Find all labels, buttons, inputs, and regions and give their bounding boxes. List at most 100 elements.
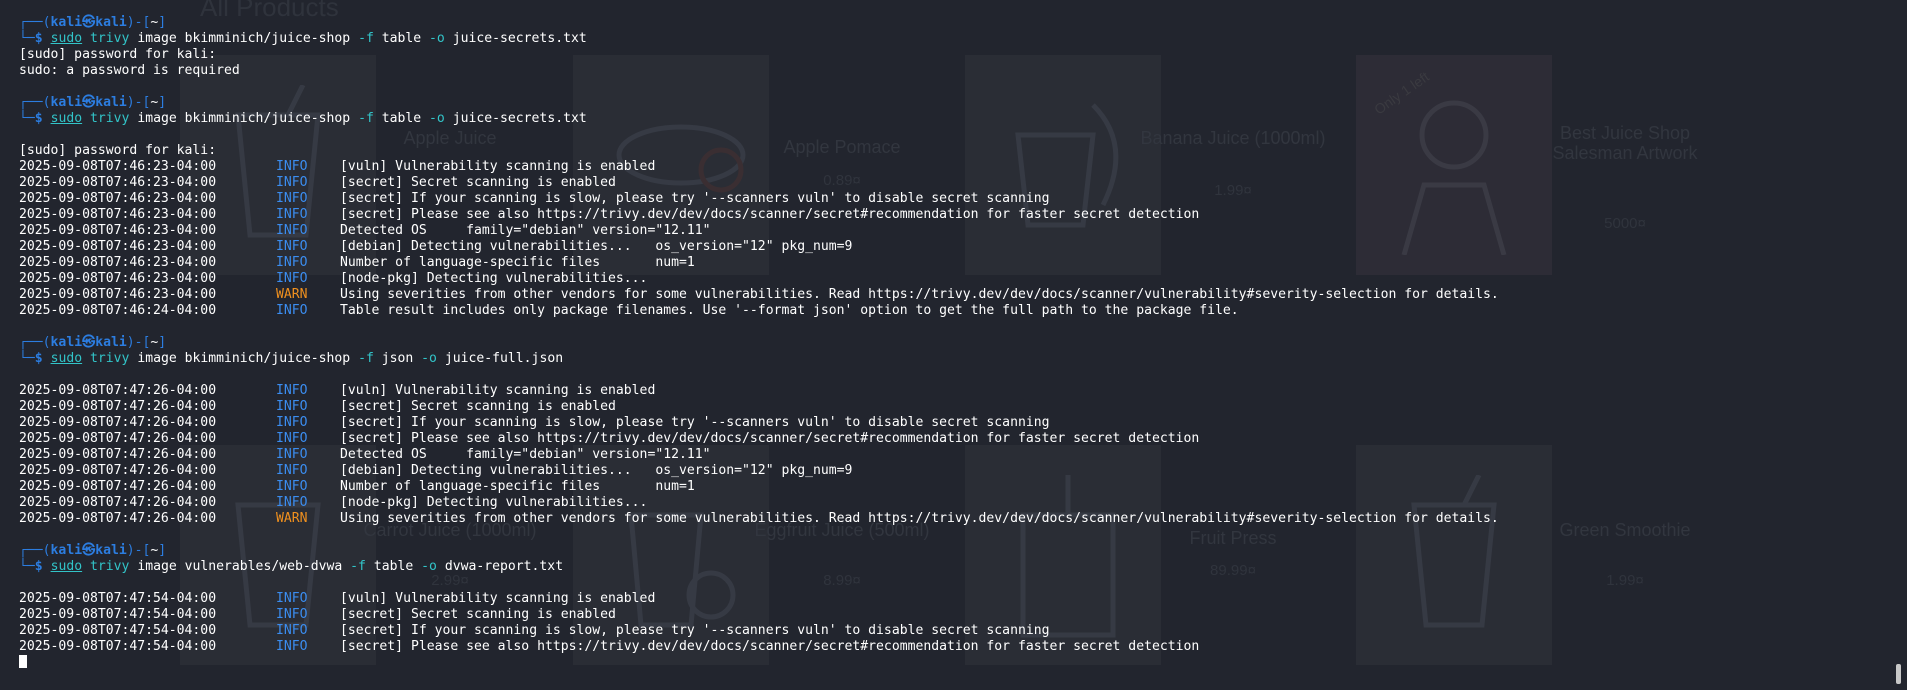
log-timestamp: 2025-09-08T07:46:23-04:00 [19,223,217,238]
prompt-line: ┌──(kali㉿kali)-[~] [19,15,167,30]
output-line: 2025-09-08T07:47:26-04:00 INFO [secret] Pl… [19,431,1499,447]
log-message: [node-pkg] Detecting vulnerabilities... [340,495,648,510]
log-timestamp: 2025-09-08T07:47:26-04:00 [19,511,217,526]
output-line: 2025-09-08T07:47:54-04:00 INFO [secret] Se… [19,607,1499,623]
output-line: 2025-09-08T07:47:26-04:00 INFO Detected OS… [19,447,1499,463]
log-message: [vuln] Vulnerability scanning is enabled [340,383,656,398]
command-line: └─$ sudo trivy image bkimminich/juice-sh… [19,351,564,366]
command-args: table [373,559,414,574]
log-timestamp: 2025-09-08T07:47:26-04:00 [19,399,217,414]
log-level: INFO [276,639,308,654]
command-sudo: sudo [50,111,83,126]
command-args: image bkimminich/juice-shop [137,111,351,126]
output-line: 2025-09-08T07:46:23-04:00 INFO Number of l… [19,255,1499,271]
prompt-user: kali [50,95,83,110]
output-line: 2025-09-08T07:46:23-04:00 INFO [debian] De… [19,239,1499,255]
log-level: INFO [276,623,308,638]
log-message: [debian] Detecting vulnerabilities... os… [340,463,853,478]
prompt-line: ┌──(kali㉿kali)-[~] [19,95,167,110]
output-line: 2025-09-08T07:47:26-04:00 INFO [node-pkg] … [19,495,1499,511]
log-level: INFO [276,255,308,270]
log-level: INFO [276,207,308,222]
log-level: INFO [276,463,308,478]
log-message: Detected OS family="debian" version="12.… [340,223,711,238]
log-timestamp: 2025-09-08T07:47:54-04:00 [19,591,217,606]
log-level: INFO [276,447,308,462]
output-line: 2025-09-08T07:47:26-04:00 WARN Using sever… [19,511,1499,527]
log-timestamp: 2025-09-08T07:46:24-04:00 [19,303,217,318]
command-args: dvwa-report.txt [444,559,564,574]
output-line: 2025-09-08T07:46:24-04:00 INFO Table resul… [19,303,1499,319]
prompt-user: kali [50,335,83,350]
log-message: [secret] Please see also https://trivy.d… [340,431,1200,446]
prompt-host: kali [95,543,127,558]
output-line: [sudo] password for kali: [19,143,1499,159]
command-flag: -o [429,111,445,126]
log-timestamp: 2025-09-08T07:47:26-04:00 [19,495,217,510]
log-level: INFO [276,175,308,190]
command-args: image bkimminich/juice-shop [137,31,351,46]
command-args: image bkimminich/juice-shop [137,351,351,366]
log-level: INFO [276,303,308,318]
log-message: [secret] If your scanning is slow, pleas… [340,191,1050,206]
command-args: table [381,111,422,126]
command-sudo: sudo [50,31,83,46]
command-args: table [381,31,422,46]
log-level: WARN [276,287,308,302]
output-line: 2025-09-08T07:46:23-04:00 INFO [node-pkg] … [19,271,1499,287]
log-message: [secret] Secret scanning is enabled [340,399,616,414]
output-line: 2025-09-08T07:47:26-04:00 INFO [secret] If… [19,415,1499,431]
log-timestamp: 2025-09-08T07:47:26-04:00 [19,383,217,398]
terminal-scrollbar[interactable] [1896,664,1901,684]
log-timestamp: 2025-09-08T07:47:54-04:00 [19,639,217,654]
log-timestamp: 2025-09-08T07:47:26-04:00 [19,479,217,494]
log-message: [secret] Please see also https://trivy.d… [340,639,1200,654]
output-text: [sudo] password for kali: [19,143,217,158]
output-line: 2025-09-08T07:47:26-04:00 INFO [vuln] Vuln… [19,383,1499,399]
log-timestamp: 2025-09-08T07:46:23-04:00 [19,239,217,254]
output-line: 2025-09-08T07:47:26-04:00 INFO [secret] Se… [19,399,1499,415]
log-level: INFO [276,223,308,238]
log-level: INFO [276,607,308,622]
log-timestamp: 2025-09-08T07:47:54-04:00 [19,623,217,638]
log-message: Number of language-specific files num=1 [340,479,695,494]
log-timestamp: 2025-09-08T07:46:23-04:00 [19,159,217,174]
command-line: └─$ sudo trivy image vulnerables/web-dvw… [19,559,564,574]
log-level: INFO [276,271,308,286]
output-text: sudo: a password is required [19,63,240,78]
output-line: [sudo] password for kali: [19,47,1499,63]
log-level: WARN [276,511,308,526]
log-message: [vuln] Vulnerability scanning is enabled [340,591,656,606]
log-level: INFO [276,415,308,430]
command-flag: -o [421,559,437,574]
output-line: 2025-09-08T07:47:26-04:00 INFO Number of l… [19,479,1499,495]
command-program: trivy [90,559,130,574]
log-message: Detected OS family="debian" version="12.… [340,447,711,462]
command-flag: -f [358,351,374,366]
log-timestamp: 2025-09-08T07:46:23-04:00 [19,175,217,190]
log-message: Using severities from other vendors for … [340,511,1499,526]
log-level: INFO [276,479,308,494]
log-level: INFO [276,431,308,446]
log-timestamp: 2025-09-08T07:46:23-04:00 [19,207,217,222]
log-level: INFO [276,399,308,414]
command-flag: -o [421,351,437,366]
output-line: 2025-09-08T07:47:26-04:00 INFO [debian] De… [19,463,1499,479]
command-sudo: sudo [50,559,83,574]
output-line: sudo: a password is required [19,63,1499,79]
terminal-output: ┌──(kali㉿kali)-[~] └─$ sudo trivy image b… [19,15,1499,671]
log-message: Using severities from other vendors for … [340,287,1499,302]
log-level: INFO [276,495,308,510]
terminal-window[interactable]: ┌──(kali㉿kali)-[~] └─$ sudo trivy image b… [0,0,1907,690]
log-message: [debian] Detecting vulnerabilities... os… [340,239,853,254]
command-flag: -o [429,31,445,46]
log-message: [secret] Please see also https://trivy.d… [340,207,1200,222]
prompt-host: kali [95,15,127,30]
log-timestamp: 2025-09-08T07:46:23-04:00 [19,271,217,286]
prompt-host: kali [95,335,127,350]
